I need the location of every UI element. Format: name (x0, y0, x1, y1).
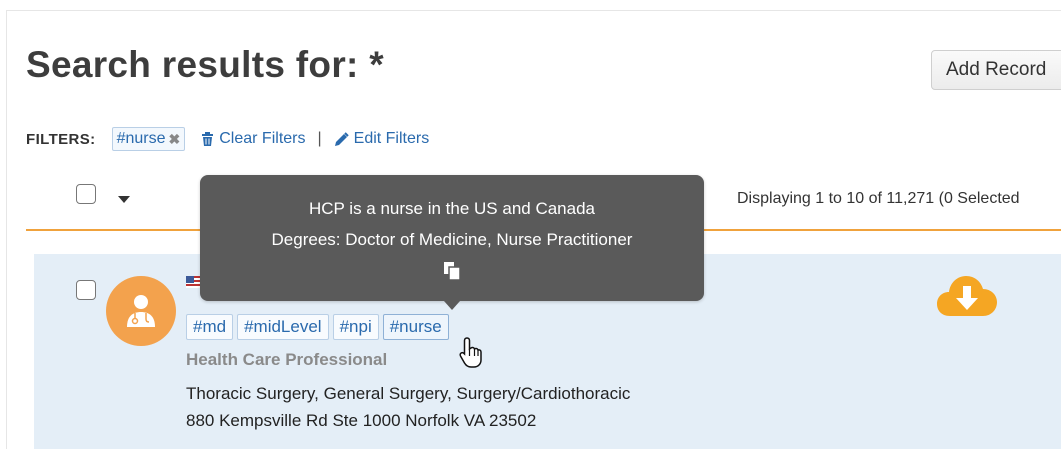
hcp-avatar-icon (106, 276, 176, 346)
filters-label: FILTERS: (26, 130, 96, 148)
remove-x-icon[interactable]: ✖ (169, 131, 181, 148)
edit-filters-link[interactable]: Edit Filters (334, 130, 430, 148)
trash-icon (202, 132, 214, 146)
top-divider (6, 10, 1061, 11)
chevron-down-icon[interactable] (118, 196, 130, 203)
row-checkbox[interactable] (76, 280, 96, 300)
tooltip-line-2: Degrees: Doctor of Medicine, Nurse Pract… (271, 230, 633, 249)
cloud-download-icon[interactable] (936, 272, 998, 320)
tag-midlevel[interactable]: #midLevel (237, 314, 329, 340)
tag-tooltip: HCP is a nurse in the US and Canada Degr… (200, 175, 704, 301)
copy-icon[interactable] (443, 261, 461, 281)
display-count: Displaying 1 to 10 of 11,271 (0 Selected (737, 190, 1020, 207)
active-filter-label: #nurse (116, 130, 166, 147)
pencil-icon (334, 131, 349, 146)
left-divider (6, 10, 7, 449)
hand-cursor-icon (459, 337, 482, 368)
specialties: Thoracic Surgery, General Surgery, Surge… (186, 384, 631, 403)
tag-md[interactable]: #md (186, 314, 234, 340)
edit-filters-label: Edit Filters (353, 130, 430, 147)
clear-filters-link[interactable]: Clear Filters (201, 130, 305, 148)
tag-npi[interactable]: #npi (332, 314, 379, 340)
tag-nurse[interactable]: #nurse (382, 314, 449, 340)
active-filter-tag[interactable]: #nurse ✖ (111, 127, 186, 151)
address: 880 Kempsville Rd Ste 1000 Norfolk VA 23… (186, 411, 537, 430)
clear-filters-label: Clear Filters (219, 130, 306, 147)
result-tags: #md #midLevel #npi #nurse (186, 314, 449, 340)
search-results-page: Search results for: * Add Record FILTERS… (0, 0, 1061, 449)
record-type: Health Care Professional (186, 350, 388, 369)
filters-bar: FILTERS: #nurse ✖ Clear Filters | Edit F… (26, 124, 429, 154)
page-title: Search results for: * (26, 44, 384, 85)
filters-separator: | (317, 130, 322, 147)
tooltip-arrow (444, 301, 460, 310)
add-record-button[interactable]: Add Record (931, 50, 1061, 90)
select-all-checkbox[interactable] (76, 184, 96, 204)
tooltip-line-1: HCP is a nurse in the US and Canada (308, 199, 596, 218)
